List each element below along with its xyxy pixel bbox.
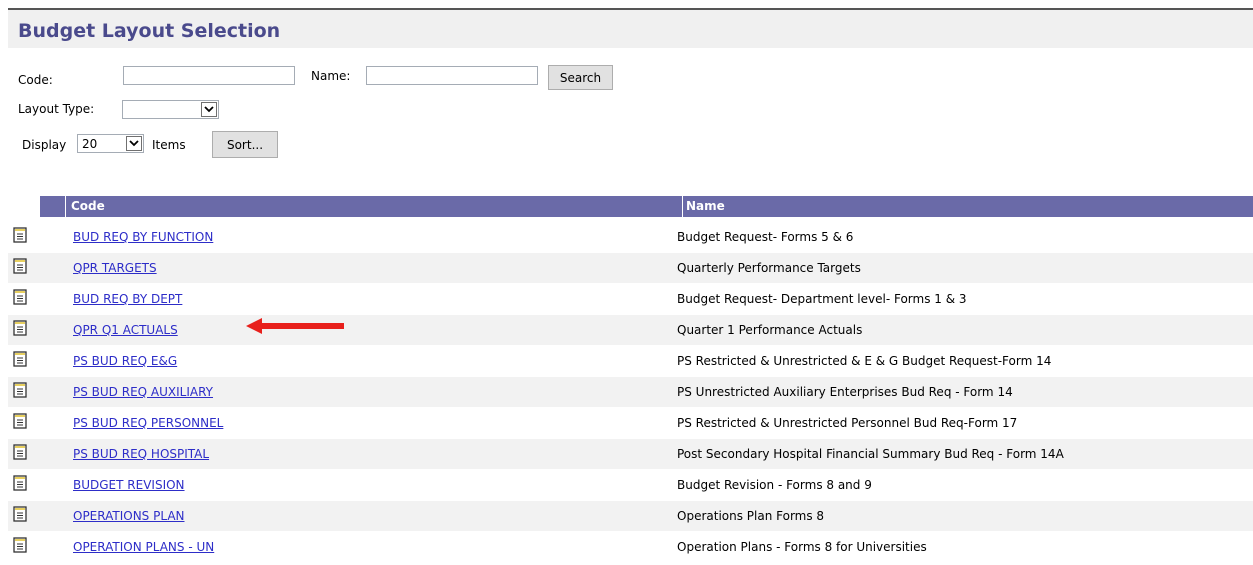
document-icon[interactable] xyxy=(13,413,27,429)
table-row: PS BUD REQ HOSPITAL Post Secondary Hospi… xyxy=(8,439,1253,470)
document-icon[interactable] xyxy=(13,506,27,522)
display-label: Display xyxy=(22,138,67,152)
table-row: OPERATIONS PLAN Operations Plan Forms 8 xyxy=(8,501,1253,532)
name-label: Name: xyxy=(311,69,351,83)
layout-type-label: Layout Type: xyxy=(18,102,95,116)
layout-type-select[interactable] xyxy=(122,100,219,119)
table-header: Code Name xyxy=(40,196,1253,217)
table-row: PS BUD REQ E&G PS Restricted & Unrestric… xyxy=(8,346,1253,377)
document-icon[interactable] xyxy=(13,227,27,243)
table-row: BUD REQ BY FUNCTION Budget Request- Form… xyxy=(8,222,1253,253)
search-button-label: Search xyxy=(559,70,602,85)
table-row: QPR TARGETS Quarterly Performance Target… xyxy=(8,253,1253,284)
document-icon[interactable] xyxy=(13,537,27,553)
layout-code-link[interactable]: PS BUD REQ HOSPITAL xyxy=(73,447,209,461)
sort-button[interactable]: Sort... xyxy=(212,131,278,158)
table-row: BUDGET REVISION Budget Revision - Forms … xyxy=(8,470,1253,501)
document-icon[interactable] xyxy=(13,258,27,274)
layout-name: Quarterly Performance Targets xyxy=(677,261,861,275)
layout-code-link[interactable]: PS BUD REQ AUXILIARY xyxy=(73,385,213,399)
table-row: BUD REQ BY DEPT Budget Request- Departme… xyxy=(8,284,1253,315)
layout-name: PS Restricted & Unrestricted Personnel B… xyxy=(677,416,1018,430)
column-divider xyxy=(682,196,683,217)
budget-layout-selection-page: Budget Layout Selection Code: Name: Sear… xyxy=(0,0,1253,565)
layout-code-link[interactable]: PS BUD REQ E&G xyxy=(73,354,177,368)
layout-name: Operations Plan Forms 8 xyxy=(677,509,825,523)
table-row: PS BUD REQ AUXILIARY PS Unrestricted Aux… xyxy=(8,377,1253,408)
layout-code-link[interactable]: QPR TARGETS xyxy=(73,261,157,275)
layout-name: Budget Revision - Forms 8 and 9 xyxy=(677,478,872,492)
column-header-code[interactable]: Code xyxy=(71,199,105,213)
layout-name: Budget Request- Forms 5 & 6 xyxy=(677,230,854,244)
search-button[interactable]: Search xyxy=(548,65,613,90)
display-count-select[interactable]: 20 xyxy=(77,134,144,153)
document-icon[interactable] xyxy=(13,444,27,460)
chevron-down-icon[interactable] xyxy=(201,102,217,117)
layout-code-link[interactable]: OPERATIONS PLAN xyxy=(73,509,185,523)
items-label: Items xyxy=(152,138,186,152)
layout-code-link[interactable]: BUD REQ BY DEPT xyxy=(73,292,182,306)
table-row: OPERATION PLANS - UN Operation Plans - F… xyxy=(8,532,1253,563)
document-icon[interactable] xyxy=(13,289,27,305)
document-icon[interactable] xyxy=(13,320,27,336)
name-input[interactable] xyxy=(366,66,538,85)
layout-name: Operation Plans - Forms 8 for Universiti… xyxy=(677,540,927,554)
column-header-name[interactable]: Name xyxy=(686,199,725,213)
code-input[interactable] xyxy=(123,66,295,85)
chevron-down-icon[interactable] xyxy=(126,136,142,151)
layout-code-link[interactable]: QPR Q1 ACTUALS xyxy=(73,323,178,337)
document-icon[interactable] xyxy=(13,475,27,491)
document-icon[interactable] xyxy=(13,382,27,398)
layout-list: BUD REQ BY FUNCTION Budget Request- Form… xyxy=(8,222,1253,563)
layout-name: PS Restricted & Unrestricted & E & G Bud… xyxy=(677,354,1052,368)
red-arrow-annotation-icon xyxy=(246,318,344,334)
layout-code-link[interactable]: BUDGET REVISION xyxy=(73,478,185,492)
layout-name: Budget Request- Department level- Forms … xyxy=(677,292,967,306)
layout-name: PS Unrestricted Auxiliary Enterprises Bu… xyxy=(677,385,1013,399)
layout-code-link[interactable]: PS BUD REQ PERSONNEL xyxy=(73,416,223,430)
layout-code-link[interactable]: BUD REQ BY FUNCTION xyxy=(73,230,213,244)
title-bar: Budget Layout Selection xyxy=(8,8,1253,48)
document-icon[interactable] xyxy=(13,351,27,367)
layout-code-link[interactable]: OPERATION PLANS - UN xyxy=(73,540,214,554)
display-count-value: 20 xyxy=(82,137,98,151)
layout-name: Post Secondary Hospital Financial Summar… xyxy=(677,447,1064,461)
table-row: QPR Q1 ACTUALS Quarter 1 Performance Act… xyxy=(8,315,1253,346)
code-label: Code: xyxy=(18,73,53,87)
page-title: Budget Layout Selection xyxy=(18,20,281,42)
table-row: PS BUD REQ PERSONNEL PS Restricted & Unr… xyxy=(8,408,1253,439)
sort-button-label: Sort... xyxy=(226,137,264,152)
layout-name: Quarter 1 Performance Actuals xyxy=(677,323,863,337)
column-divider xyxy=(65,196,66,217)
